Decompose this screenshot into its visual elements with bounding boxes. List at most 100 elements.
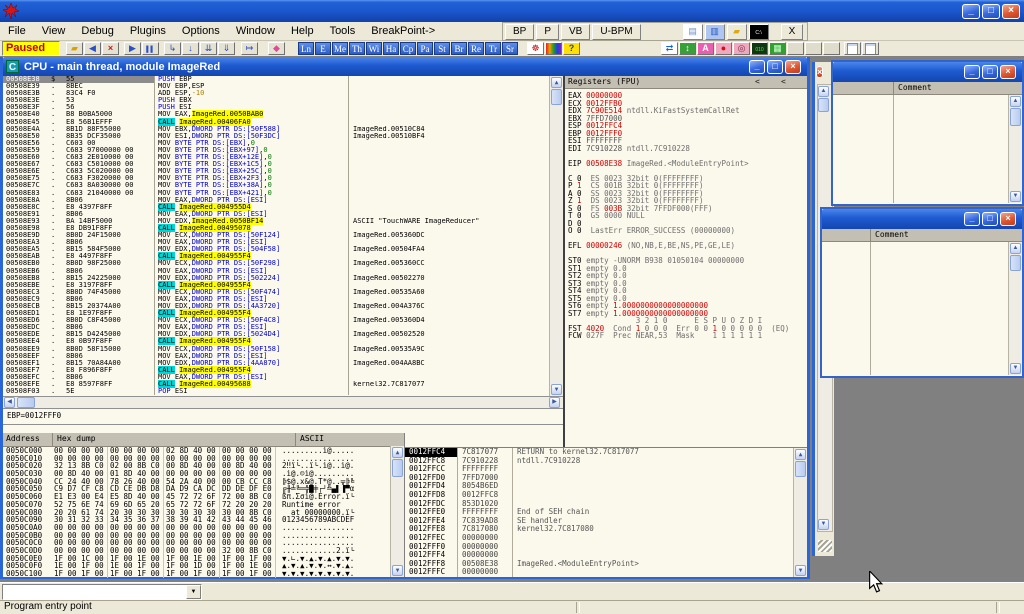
command-combobox[interactable]: ▼ [2,584,202,600]
animate-into-icon[interactable]: ⇊ [200,42,217,55]
console-icon[interactable]: C:\ [749,24,769,40]
panel-button-cp[interactable]: Cp [400,42,416,55]
panel-button-br[interactable]: Br [451,42,467,55]
disasm-row[interactable]: 00508EF7.E8 F896F8FFCALL ImageRed.004955… [3,367,550,374]
disasm-row[interactable]: 00508E9D.8B0D 24F15000MOV ECX,DWORD PTR … [3,232,550,239]
empty-slot[interactable] [823,42,840,55]
menu-item-breakpoint[interactable]: BreakPoint-> [363,24,443,38]
swap-arrows-icon[interactable]: ⇄ [661,42,678,55]
open-file-icon[interactable]: ▰ [66,42,83,55]
comment-b-close-button[interactable]: × [1000,212,1016,226]
comment-a-col-comment[interactable]: Comment [894,82,932,94]
resize-grip[interactable] [818,540,832,552]
plugin-close-button[interactable]: X [781,24,804,40]
scroll-left-icon[interactable]: ◀ [4,397,15,408]
command-input[interactable] [4,586,188,600]
comment-a-col-blank[interactable] [833,82,894,94]
go-back-icon[interactable]: ◀ [84,42,101,55]
menu-item-window[interactable]: Window [228,24,283,38]
panel-button-sr[interactable]: Sr [502,42,518,55]
window-grid-icon[interactable]: ▦ [769,42,786,55]
sliver-close-button[interactable]: × [816,66,823,78]
chevron-down-icon[interactable]: ▼ [186,585,201,599]
disasm-vscrollbar[interactable]: ▲ ▼ [549,76,563,396]
comment-b-minimize-button[interactable]: _ [964,212,980,226]
assemble-icon[interactable]: A [697,42,714,55]
stack-pane[interactable]: 0012FFC47C817077RETURN to kernel32.7C817… [405,447,807,577]
menu-item-options[interactable]: Options [174,24,228,38]
disasm-hscrollbar[interactable]: ◀ ▶ [3,397,563,409]
disasm-row[interactable]: 00508EC3.8B0D 74F45000MOV ECX,DWORD PTR … [3,289,550,296]
empty-slot[interactable] [787,42,804,55]
plugin-button-vb[interactable]: VB [561,24,590,40]
panel-button-ln[interactable]: Ln [298,42,314,55]
scroll-thumb[interactable] [1010,108,1021,126]
menu-item-help[interactable]: Help [283,24,322,38]
scroll-thumb[interactable] [1010,255,1021,271]
plugin-button-bp[interactable]: BP [505,24,534,40]
scroll-down-icon[interactable]: ▼ [1010,363,1021,374]
updown-icon[interactable]: ↕ [679,42,696,55]
scroll-right-icon[interactable]: ▶ [549,397,560,408]
menu-item-debug[interactable]: Debug [73,24,121,38]
register-line[interactable]: EDI 7C910228 ntdll.7C910228 [568,145,807,153]
minimize-button[interactable]: _ [962,4,980,19]
menu-item-plugins[interactable]: Plugins [122,24,174,38]
register-line[interactable]: EIP 00508E38 ImageRed.<ModuleEntryPoint> [568,160,807,168]
menu-item-view[interactable]: View [34,24,74,38]
disasm-row[interactable]: 00508E83.C683 21040000 00MOV BYTE PTR DS… [3,190,550,197]
book-icon[interactable]: ▥ [705,24,725,40]
spiral-icon[interactable]: ◎ [733,42,750,55]
disasm-row[interactable]: 00508E38$55PUSH EBP [3,76,550,83]
disasm-row[interactable]: 00508F03.5EPOP ESI [3,388,550,395]
panel-button-ha[interactable]: Ha [383,42,399,55]
restore-button[interactable]: □ [982,4,1000,19]
run-icon[interactable]: ▶ [124,42,141,55]
dump-col-hex[interactable]: Hex dump [53,433,296,446]
animate-over-icon[interactable]: ⇓ [218,42,235,55]
registers-arrow-button-1[interactable]: < [755,76,781,88]
scroll-thumb[interactable] [17,397,35,408]
plugin-button-ubpm[interactable]: U-BPM [592,24,640,40]
scroll-down-icon[interactable]: ▼ [551,384,562,395]
scroll-up-icon[interactable]: ▲ [1010,243,1021,254]
empty-slot[interactable] [805,42,822,55]
comment-a-vscrollbar[interactable]: ▲ ▼ [1008,95,1022,203]
register-line[interactable]: O 0 LastErr ERROR_SUCCESS (00000000) [568,227,807,235]
document-icon-1[interactable] [844,42,861,55]
step-into-icon[interactable]: ↳ [164,42,181,55]
panel-button-pa[interactable]: Pa [417,42,433,55]
appearance-icon[interactable] [545,42,562,55]
disasm-row[interactable]: 00508ED6.8B0D C8F45000MOV ECX,DWORD PTR … [3,317,550,324]
breakpoint-dot-icon[interactable]: ● [715,42,732,55]
panel-button-st[interactable]: St [434,42,450,55]
disasm-row[interactable]: 00508EE9.8B0D 58F15000MOV ECX,DWORD PTR … [3,346,550,353]
open-folder-icon[interactable]: ▰ [727,24,747,40]
plugin-button-p[interactable]: P [536,24,559,40]
go-to-icon[interactable]: ◆ [268,42,285,55]
dump-vscrollbar[interactable]: ▲ ▼ [390,446,404,577]
options-gear-icon[interactable]: ☸ [527,42,544,55]
cpu-maximize-button[interactable]: □ [767,60,783,74]
step-over-icon[interactable]: ↓ [182,42,199,55]
scroll-up-icon[interactable]: ▲ [818,86,829,97]
execute-till-return-icon[interactable]: ↦ [241,42,258,55]
panel-button-me[interactable]: Me [332,42,348,55]
dump-row[interactable]: 0050C1001F 00 1F 001F 00 1F 001F 00 1F 0… [3,570,404,578]
register-line[interactable]: EFL 00000246 (NO,NB,E,BE,NS,PE,GE,LE) [568,242,807,250]
panel-button-tr[interactable]: Tr [485,42,501,55]
comment-b-vscrollbar[interactable]: ▲ ▼ [1008,242,1022,375]
pause-icon[interactable]: ▌▌ [142,42,159,55]
comment-b-body[interactable]: ▲ ▼ [822,242,1022,375]
panel-button-th[interactable]: Th [349,42,365,55]
menu-item-tools[interactable]: Tools [322,24,364,38]
registers-arrow-button-2[interactable]: < [781,76,807,88]
comment-a-close-button[interactable]: × [1000,65,1016,79]
scroll-down-icon[interactable]: ▼ [795,565,806,576]
register-line[interactable]: T 0 GS 0000 NULL [568,212,807,220]
scroll-thumb[interactable] [818,98,829,112]
disassembly-pane[interactable]: 00508E38$55PUSH EBP00508E39.8BECMOV EBP,… [3,76,563,397]
disasm-row[interactable]: 00508EB0.8B0D 98F25000MOV ECX,DWORD PTR … [3,260,550,267]
help-icon[interactable]: ? [563,42,580,55]
dump-pane[interactable]: Address Hex dump ASCII 0050C00000 00 00 … [3,433,405,577]
